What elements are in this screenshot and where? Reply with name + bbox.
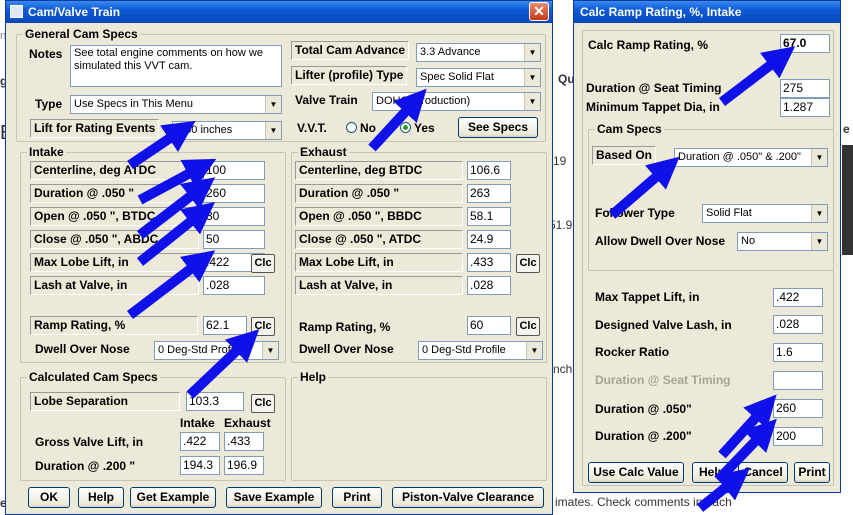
- annotation-arrows: [126, 46, 796, 512]
- arrow-icon: [126, 250, 216, 319]
- arrow-icon: [368, 88, 427, 152]
- arrow-icon: [186, 329, 260, 399]
- arrow-icon: [718, 46, 796, 106]
- arrow-icon: [608, 156, 680, 219]
- arrow-icon: [127, 120, 196, 170]
- arrow-icon: [136, 202, 215, 266]
